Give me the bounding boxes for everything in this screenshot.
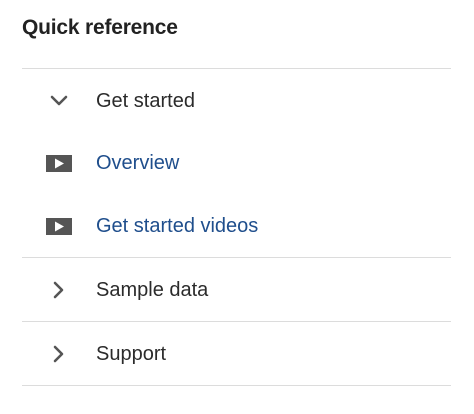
divider [22, 257, 451, 258]
section-support[interactable]: Support [22, 332, 451, 376]
divider [22, 385, 451, 386]
section-label: Get started [96, 90, 195, 112]
panel-title: Quick reference [22, 16, 178, 39]
section-label: Support [96, 343, 167, 365]
section-sample-data[interactable]: Sample data [22, 268, 451, 312]
section-get-started[interactable]: Get started [22, 79, 451, 123]
quick-reference-panel: Quick reference Get started Overview Get [22, 0, 451, 414]
divider [22, 68, 451, 69]
link-label[interactable]: Overview [96, 141, 179, 185]
section-label: Sample data [96, 279, 209, 301]
divider [22, 321, 451, 322]
chevron-right-icon [44, 332, 74, 376]
chevron-down-icon [44, 79, 74, 123]
video-play-icon [44, 204, 74, 248]
link-label[interactable]: Get started videos [96, 204, 258, 248]
link-overview[interactable]: Overview [22, 141, 451, 185]
chevron-right-icon [44, 268, 74, 312]
video-play-icon [44, 141, 74, 185]
link-get-started-videos[interactable]: Get started videos [22, 204, 451, 248]
